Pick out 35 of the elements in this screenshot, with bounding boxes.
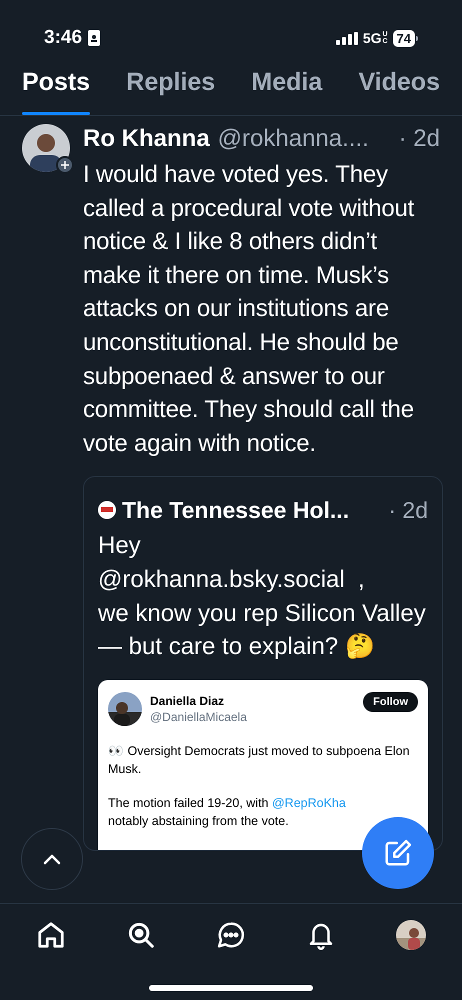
- follow-button: Follow: [363, 692, 418, 712]
- plus-badge-icon[interactable]: [56, 156, 74, 174]
- chevron-up-icon: [42, 853, 62, 865]
- embed-paragraph: The motion failed 19-20, with @RepRoKha notably abstaining from the vote.: [108, 794, 347, 830]
- mention-link: @RepRoKha: [272, 796, 346, 810]
- signal-icon: [336, 32, 358, 44]
- profile-tab[interactable]: Posts: [22, 64, 90, 115]
- id-card-icon: [88, 30, 100, 46]
- embed-author-name: Daniella Diaz: [150, 692, 226, 709]
- news-logo: [98, 501, 116, 520]
- quote-text: @rokhanna.bsky.social ,: [98, 564, 366, 595]
- battery-level: 74: [392, 30, 415, 46]
- network-label: 5G: [362, 28, 382, 48]
- search-icon[interactable]: [126, 920, 156, 950]
- profile-tab[interactable]: Replies: [126, 64, 216, 115]
- chat-bubble-icon[interactable]: [216, 920, 246, 950]
- profile-tab[interactable]: Media: [251, 64, 322, 115]
- quote-card[interactable]: [83, 476, 443, 851]
- embed-avatar: [108, 692, 142, 726]
- quote-author[interactable]: The Tennessee Hol...: [122, 495, 350, 526]
- post-text: I would have voted yes. They called a procedural vote without notice & I like 8 others didn’t make it there on time. Musk’s attacks on our institutions are unconstitutional. He should be subpoenaed & answer to our committee. They should call the vote again with notice.: [83, 160, 416, 459]
- edit-icon: [383, 838, 413, 868]
- quote-text: we know you rep Silicon Valley — but care to explain? 🤔: [98, 598, 427, 662]
- embed-author-handle: @DaniellaMicaela: [150, 708, 248, 725]
- post-time: · 2d: [398, 124, 440, 154]
- quote-text: Hey: [98, 531, 142, 562]
- embed-paragraph: 👀 Oversight Democrats just moved to subpoena Elon Musk.: [108, 742, 411, 778]
- profile-avatar[interactable]: [396, 920, 426, 950]
- author-handle[interactable]: @rokhanna....: [218, 124, 369, 154]
- clock-time: 3:46: [44, 26, 82, 50]
- profile-tab[interactable]: Videos: [358, 64, 440, 115]
- author-avatar[interactable]: [22, 124, 70, 172]
- home-icon[interactable]: [36, 920, 66, 950]
- author-name[interactable]: Ro Khanna: [83, 124, 210, 154]
- quote-time: · 2d: [388, 496, 428, 526]
